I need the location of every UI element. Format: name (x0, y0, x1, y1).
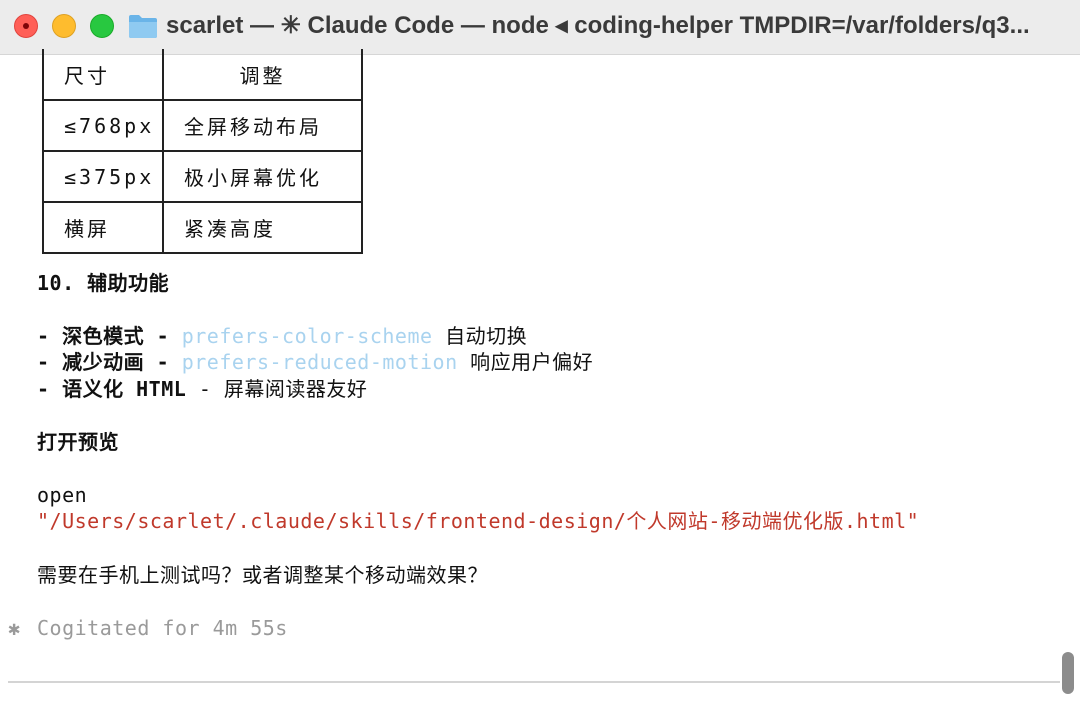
list-item: - 语义化 HTML - 屏幕阅读器友好 (37, 376, 367, 402)
section-heading: 打开预览 (37, 430, 119, 454)
title-bar: scarlet — ✳ Claude Code — node ◂ coding-… (0, 0, 1080, 55)
list-item: - 深色模式 - prefers-color-scheme 自动切换 (37, 323, 527, 349)
terminal-window: scarlet — ✳ Claude Code — node ◂ coding-… (0, 0, 1080, 703)
table-cell: 全屏移动布局 (162, 99, 363, 152)
zoom-button[interactable] (90, 14, 114, 38)
minimize-button[interactable] (52, 14, 76, 38)
table-header-cell: 调整 (162, 49, 363, 101)
close-button[interactable] (14, 14, 38, 38)
table-cell: 极小屏幕优化 (162, 150, 363, 203)
spinner-icon: ✱ (8, 616, 21, 640)
terminal-content: 尺寸 调整 ≤768px 全屏移动布局 ≤375px 极小屏幕优化 横屏 紧凑高… (0, 49, 1080, 703)
breakpoint-table: 尺寸 调整 ≤768px 全屏移动布局 ≤375px 极小屏幕优化 横屏 紧凑高… (42, 49, 363, 254)
scrollbar-thumb[interactable] (1062, 652, 1074, 694)
table-cell: ≤768px (42, 99, 164, 152)
file-path[interactable]: "/Users/scarlet/.claude/skills/frontend-… (37, 508, 919, 534)
code-span: prefers-color-scheme (181, 324, 433, 348)
code-span: prefers-reduced-motion (181, 350, 458, 374)
input-divider (8, 681, 1060, 683)
window-title: scarlet — ✳ Claude Code — node ◂ coding-… (166, 12, 1030, 39)
table-cell: 横屏 (42, 201, 164, 254)
list-item-prefix: - 减少动画 - (37, 350, 182, 374)
list-item-suffix: - 屏幕阅读器友好 (186, 377, 368, 401)
list-item-suffix: 响应用户偏好 (457, 350, 594, 374)
table-header-cell: 尺寸 (42, 49, 164, 101)
folder-icon (129, 15, 157, 38)
table-header-row: 尺寸 调整 (42, 49, 363, 101)
table-row: 横屏 紧凑高度 (42, 201, 363, 254)
table-row: ≤375px 极小屏幕优化 (42, 150, 363, 203)
list-item-prefix: - 语义化 HTML (37, 377, 187, 401)
table-row: ≤768px 全屏移动布局 (42, 99, 363, 152)
status-text: Cogitated for 4m 55s (37, 616, 288, 640)
section-heading: 10. 辅助功能 (37, 271, 170, 295)
list-item: - 减少动画 - prefers-reduced-motion 响应用户偏好 (37, 349, 593, 375)
table-cell: ≤375px (42, 150, 164, 203)
table-cell: 紧凑高度 (162, 201, 363, 254)
question-text: 需要在手机上测试吗？或者调整某个移动端效果？ (37, 563, 488, 587)
list-item-prefix: - 深色模式 - (37, 324, 182, 348)
list-item-suffix: 自动切换 (432, 324, 528, 348)
open-command: open (37, 483, 88, 507)
